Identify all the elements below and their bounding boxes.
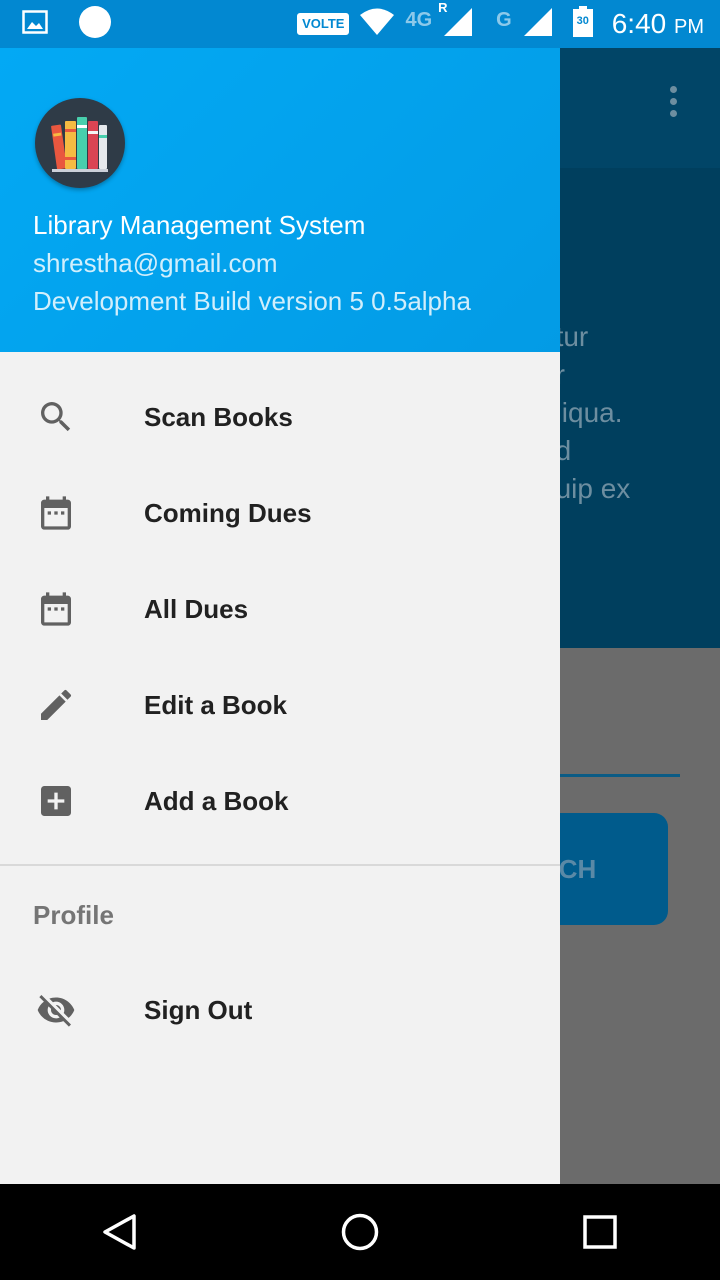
recents-square-icon [583, 1215, 617, 1249]
menu-item-all-dues[interactable]: All Dues [0, 561, 560, 657]
menu-item-label: All Dues [144, 593, 249, 624]
bg-text-line: or [540, 356, 720, 394]
circle-notification-icon [78, 5, 112, 44]
image-notification-icon [22, 9, 48, 39]
add-box-icon [36, 781, 76, 821]
home-button[interactable] [320, 1192, 400, 1272]
wifi-icon [359, 8, 395, 41]
drawer-header: Library Management System shrestha@gmail… [0, 48, 560, 352]
roaming-label: R [438, 0, 448, 15]
network-4g-label: 4G [405, 8, 433, 31]
recents-button[interactable] [560, 1192, 640, 1272]
menu-item-edit-book[interactable]: Edit a Book [0, 657, 560, 753]
status-bar: VOLTE 4G R G 30 6:40 PM [0, 0, 720, 48]
menu-item-label: Scan Books [144, 401, 293, 432]
header-build-version: Development Build version 5 0.5alpha [33, 286, 471, 316]
clock-time: 6:40 [611, 8, 667, 39]
battery-level: 30 [576, 14, 589, 27]
bg-text-line: aliqua. [540, 397, 623, 428]
calendar-icon [36, 589, 76, 629]
menu-item-label: Coming Dues [144, 497, 312, 528]
menu-item-sign-out[interactable]: Sign Out [0, 962, 560, 1058]
menu-item-scan-books[interactable]: Scan Books [0, 369, 560, 465]
background-input-underline [540, 774, 680, 777]
menu-item-add-book[interactable]: Add a Book [0, 753, 560, 849]
network-g-label: G [496, 8, 512, 31]
overflow-menu-icon[interactable] [670, 86, 682, 117]
app-logo-avatar [35, 98, 125, 188]
menu-item-label: Add a Book [144, 785, 289, 816]
search-icon [36, 397, 76, 437]
background-text: etur or aliqua. ud quip ex [540, 318, 720, 508]
signal-4g-icon: R [438, 0, 474, 43]
menu-item-label: Sign Out [144, 994, 253, 1025]
eye-off-icon [36, 990, 76, 1030]
home-circle-icon [341, 1213, 379, 1251]
section-label-profile: Profile [33, 900, 114, 930]
back-button[interactable] [80, 1192, 160, 1272]
pencil-icon [36, 685, 76, 725]
clock: 6:40 PM [612, 8, 704, 40]
signal-g-icon [522, 6, 554, 43]
bg-text-line: etur [540, 321, 589, 352]
header-app-title: Library Management System [33, 210, 366, 240]
menu-item-coming-dues[interactable]: Coming Dues [0, 465, 560, 561]
menu-item-label: Edit a Book [144, 689, 288, 720]
clock-ampm: PM [674, 16, 704, 38]
volte-badge: VOLTE [297, 13, 350, 35]
bg-text-line: ud [540, 432, 720, 470]
drawer-menu: Scan Books Coming Dues All Dues Edit a B… [0, 352, 560, 1058]
calendar-icon [36, 493, 76, 533]
navigation-drawer: Library Management System shrestha@gmail… [0, 48, 560, 1184]
back-triangle-icon [103, 1214, 136, 1250]
system-nav-bar [0, 1184, 720, 1280]
battery-icon: 30 [572, 5, 594, 43]
header-user-email: shrestha@gmail.com [33, 248, 278, 278]
books-icon [51, 117, 108, 172]
bg-text-line: quip ex [540, 473, 631, 504]
